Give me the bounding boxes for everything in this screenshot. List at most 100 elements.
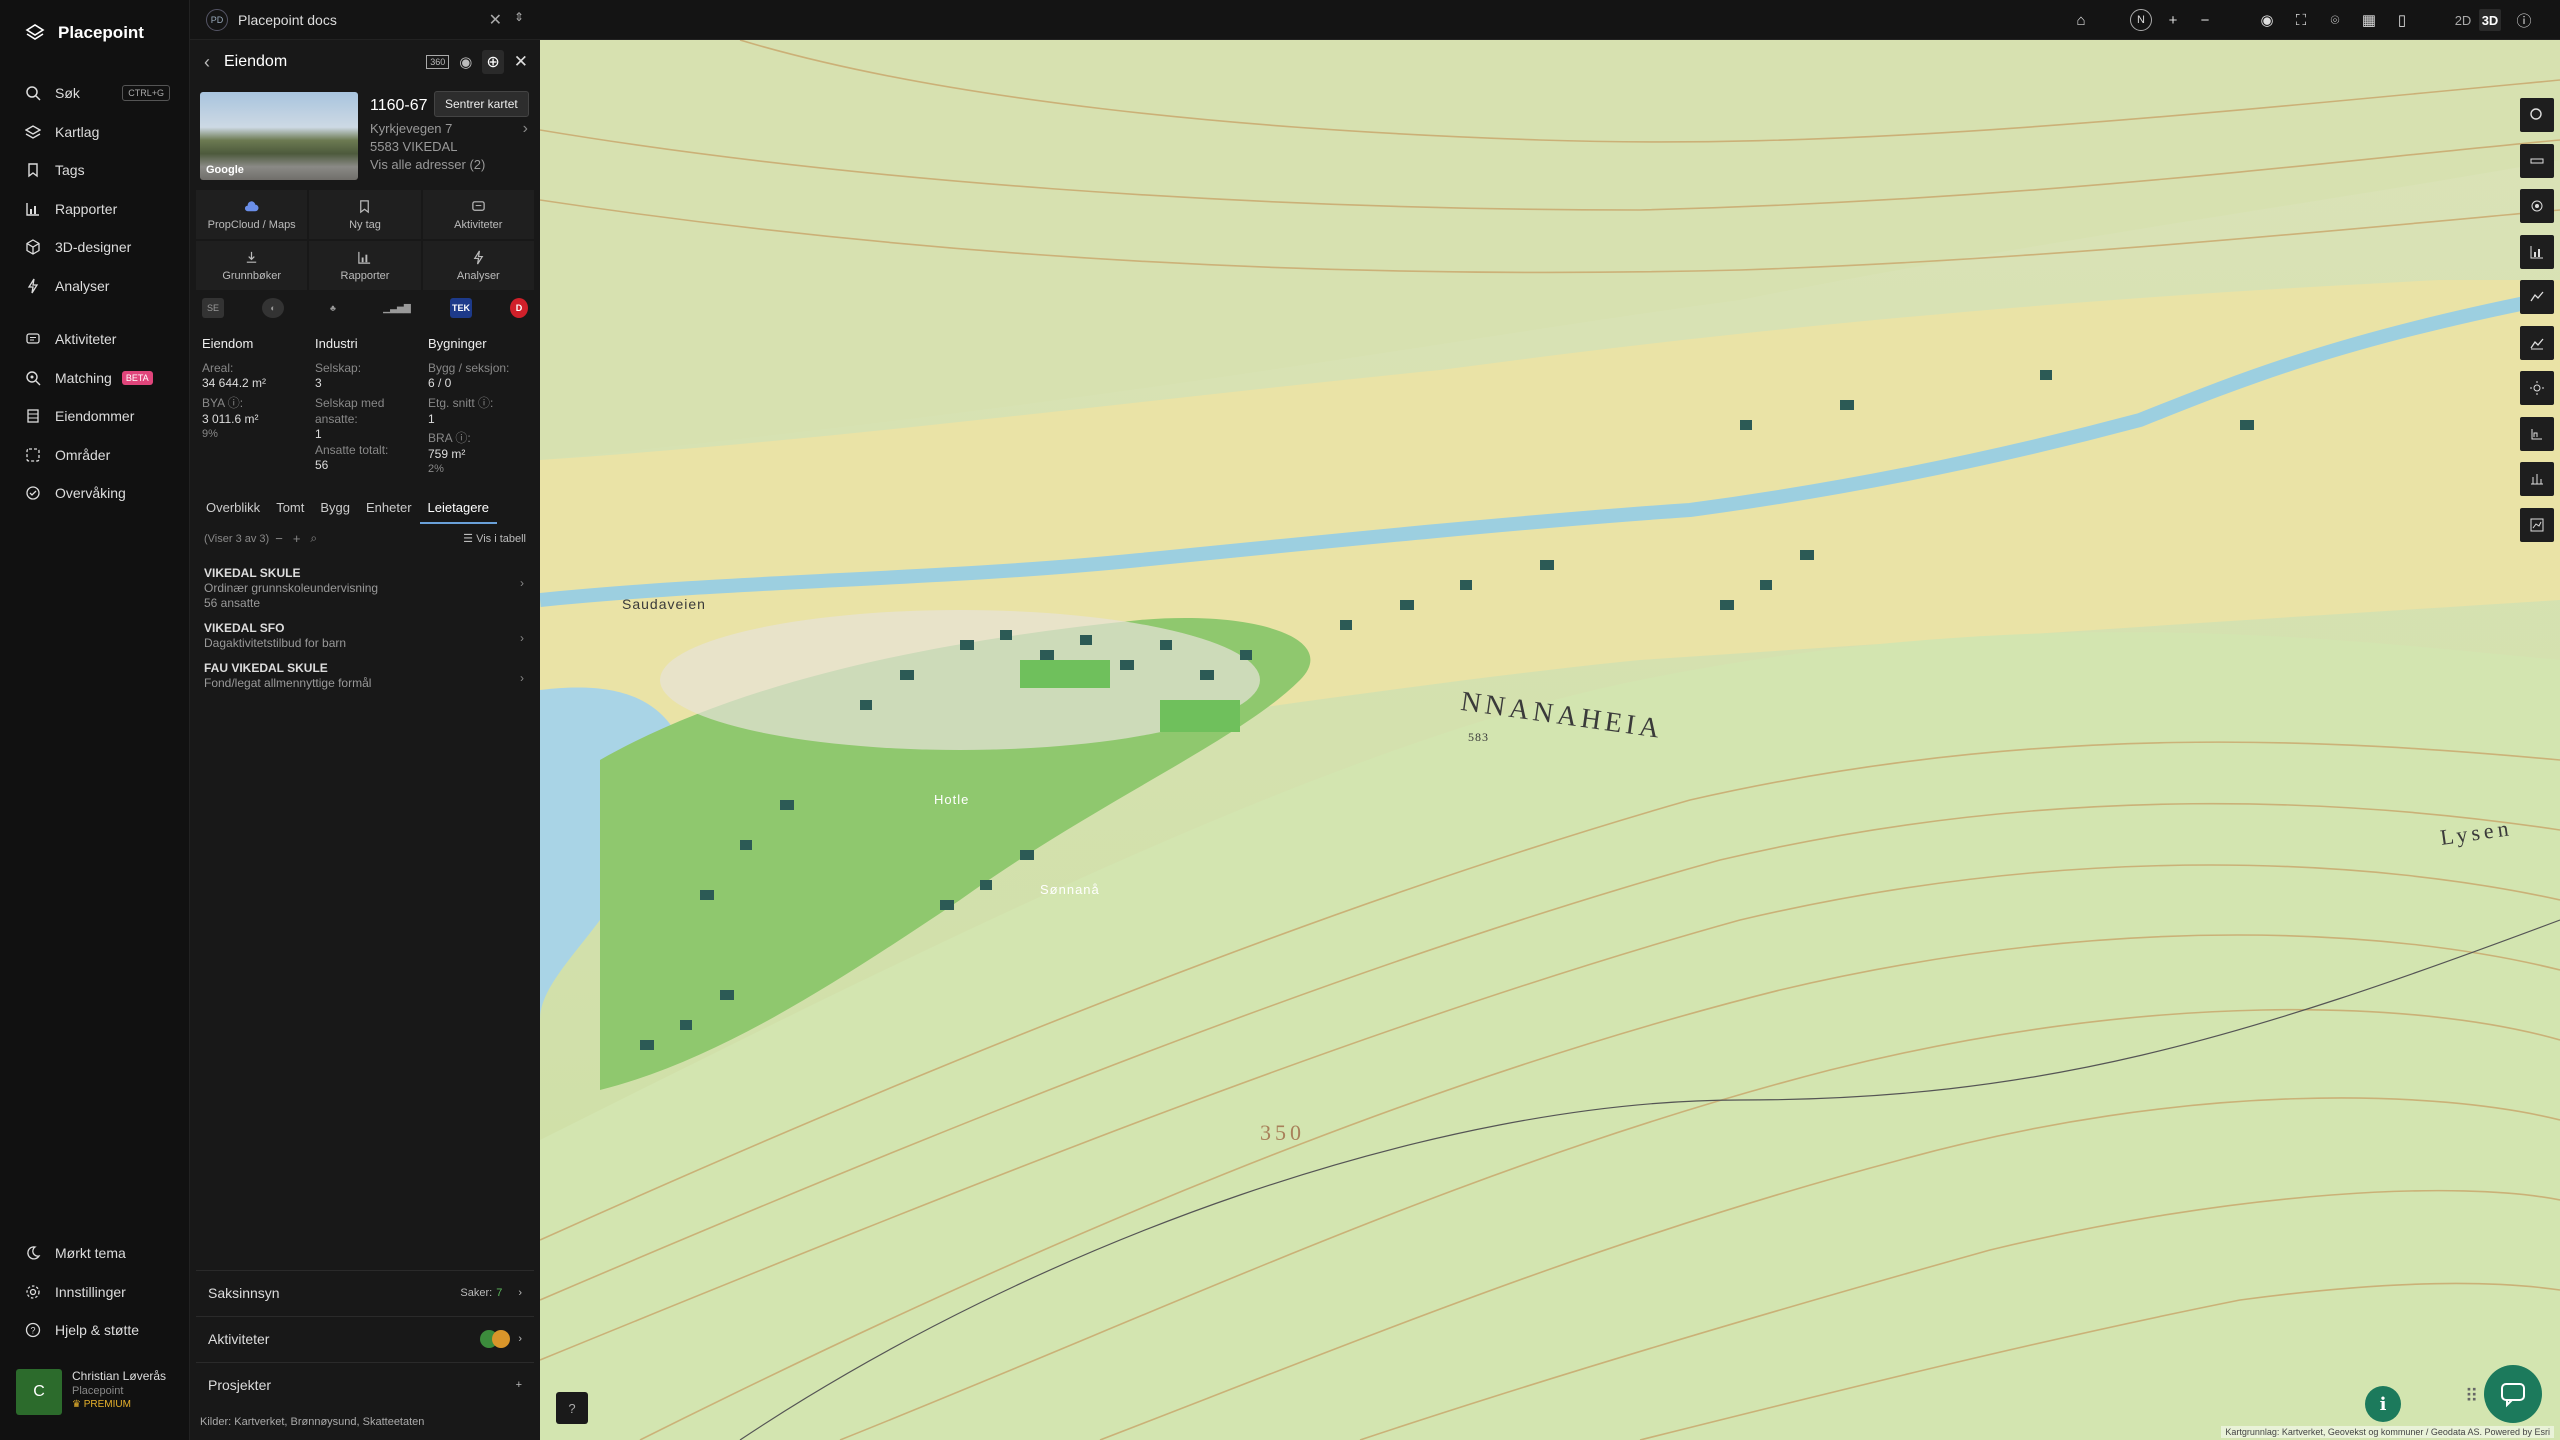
nav-matching[interactable]: Matching BETA (0, 359, 190, 398)
mode-3d-button[interactable]: 3D (2479, 9, 2501, 31)
chat-icon (2501, 1383, 2525, 1408)
list-item[interactable]: VIKEDAL SKULE Ordinær grunnskoleundervis… (204, 566, 526, 611)
table-view-link[interactable]: ☰ Vis i tabell (463, 532, 526, 545)
switch-workspace-icon[interactable]: ⇕ (514, 10, 524, 24)
nav-dark-theme[interactable]: Mørkt tema (0, 1234, 190, 1273)
compare-icon[interactable] (2520, 507, 2554, 542)
source-tek-icon[interactable]: TEK (450, 298, 472, 318)
map-view[interactable]: NNANAHEIA Lysen 350 583 Saudaveien Hotle… (540, 40, 2560, 1440)
nav-settings[interactable]: Innstillinger (0, 1273, 190, 1312)
user-profile[interactable]: C Christian Løverås Placepoint ♛ PREMIUM (16, 1369, 184, 1421)
mode-2d-button[interactable]: 2D (2452, 9, 2474, 31)
svg-text:?: ? (30, 1326, 35, 1336)
grid-icon[interactable]: ▦ (2358, 9, 2380, 31)
bookmark-map-icon[interactable]: ▯ (2391, 9, 2413, 31)
streetview-icon[interactable]: 360 (426, 55, 450, 69)
source-stats-icon[interactable]: ▁▃▅▇ (382, 298, 412, 318)
bolt-icon (473, 250, 484, 264)
terrain-map[interactable] (540, 40, 2560, 1440)
measure-icon[interactable] (2520, 143, 2554, 178)
collapse-icon[interactable]: − (275, 531, 283, 546)
saksinnsyn-section[interactable]: Saksinnsyn Saker: 7 › (196, 1270, 534, 1314)
close-panel-icon[interactable]: ✕ (514, 52, 528, 72)
list-item[interactable]: FAU VIKEDAL SKULE Fond/legat allmennytti… (204, 661, 526, 691)
nav-kartlag[interactable]: Kartlag (0, 113, 190, 152)
land-registry-button[interactable]: Grunnbøker (196, 241, 308, 290)
workspace-title[interactable]: Placepoint docs (238, 12, 337, 28)
action-label: Ny tag (349, 218, 381, 231)
nav-rapporter[interactable]: Rapporter (0, 190, 190, 229)
tab-enheter[interactable]: Enheter (358, 498, 420, 524)
analyses-button[interactable]: Analyser (422, 241, 534, 290)
zoom-in-button[interactable]: + (2162, 9, 2184, 31)
section-icon[interactable] (2520, 462, 2554, 496)
nav-eiendommer[interactable]: Eiendommer (0, 397, 190, 436)
source-d-icon[interactable]: D (510, 298, 528, 318)
action-label: PropCloud / Maps (207, 218, 296, 231)
nav-label: Analyser (55, 277, 110, 294)
nav-overvaking[interactable]: Overvåking (0, 474, 190, 513)
view-analysis-icon[interactable] (2520, 189, 2554, 223)
sources-list: Kartverket, Brønnøysund, Skatteetaten (234, 1416, 425, 1428)
download-icon (246, 251, 257, 263)
center-map-icon[interactable]: ⊕ (482, 50, 504, 74)
sun-icon[interactable] (2520, 371, 2554, 405)
layers-search-icon[interactable] (2520, 98, 2554, 132)
map-help-button[interactable]: ? (556, 1392, 588, 1424)
propcloud-button[interactable]: PropCloud / Maps (196, 190, 308, 239)
tab-leietagere[interactable]: Leietagere (419, 498, 497, 524)
nav-tags[interactable]: Tags (0, 151, 190, 190)
nav-analyser[interactable]: Analyser (0, 267, 190, 306)
elevation-icon[interactable] (2520, 325, 2554, 360)
zoom-out-button[interactable]: − (2194, 9, 2216, 31)
chat-button[interactable] (2484, 1365, 2542, 1423)
gear-icon (26, 1285, 40, 1299)
chevron-right-icon[interactable]: › (523, 120, 528, 138)
tab-bygg[interactable]: Bygg (312, 498, 358, 524)
user-org: Placepoint (72, 1384, 124, 1397)
fullscreen-icon[interactable]: ⛶ (2290, 9, 2312, 31)
add-project-icon[interactable]: + (516, 1379, 522, 1391)
nav-help[interactable]: ? Hjelp & støtte (0, 1311, 190, 1350)
tab-tomt[interactable]: Tomt (268, 498, 312, 524)
brand[interactable]: Placepoint (24, 22, 144, 44)
source-globe-icon[interactable]: ◐ (262, 298, 284, 318)
share-map-icon[interactable]: ⌂ (2070, 9, 2092, 31)
list-item[interactable]: VIKEDAL SFO Dagaktivitetstilbud for barn… (204, 621, 526, 651)
tenant-name: VIKEDAL SKULE (204, 566, 301, 580)
tab-overblikk[interactable]: Overblikk (198, 498, 268, 524)
new-tag-button[interactable]: Ny tag (309, 190, 421, 239)
back-icon[interactable]: ‹ (204, 52, 210, 73)
eye-icon[interactable]: ◉ (459, 53, 472, 71)
aktiviteter-section[interactable]: Aktiviteter › (196, 1316, 534, 1360)
profile-icon[interactable] (2520, 280, 2554, 314)
source-plant-icon[interactable]: ♣ (322, 298, 344, 318)
prosjekter-section[interactable]: Prosjekter + (196, 1362, 534, 1406)
data-source-icons: SE ◐ ♣ ▁▃▅▇ TEK D (202, 298, 528, 318)
expand-icon[interactable]: + (293, 531, 301, 546)
info-button[interactable]: i (2365, 1386, 2401, 1422)
chart-icon[interactable] (2520, 234, 2554, 269)
nav-3d-designer[interactable]: 3D-designer (0, 228, 190, 267)
info-icon[interactable]: ⓘ (2513, 9, 2535, 31)
apps-grid-icon[interactable]: ⠿ (2465, 1386, 2478, 1407)
reports-button[interactable]: Rapporter (309, 241, 421, 290)
compass-button[interactable]: N (2130, 9, 2152, 31)
nav-label: Søk (55, 85, 80, 102)
volume-icon[interactable] (2520, 416, 2554, 451)
activities-button[interactable]: Aktiviteter (422, 190, 534, 239)
tenant-desc: Ordinær grunnskoleundervisning (204, 581, 379, 595)
tenant-name: VIKEDAL SFO (204, 621, 285, 635)
all-addresses-link[interactable]: Vis alle adresser (2) (370, 157, 485, 172)
close-workspace-icon[interactable]: ✕ (489, 10, 502, 30)
visibility-icon[interactable]: ◉ (2256, 9, 2278, 31)
nav-omrader[interactable]: Områder (0, 436, 190, 475)
property-photo[interactable]: Google (200, 92, 358, 180)
search-list-icon[interactable]: ⌕ (310, 531, 317, 546)
map-toolbar: ⌂ N + − ◉ ⛶ ⌾ ▦ ▯ 2D 3D ⓘ (540, 0, 2560, 40)
nav-aktiviteter[interactable]: Aktiviteter (0, 320, 190, 359)
stat-value: 3 (315, 376, 322, 391)
source-se-icon[interactable]: SE (202, 298, 224, 318)
nav-search[interactable]: Søk CTRL+G (0, 74, 190, 113)
camera-icon[interactable]: ⌾ (2324, 9, 2346, 31)
